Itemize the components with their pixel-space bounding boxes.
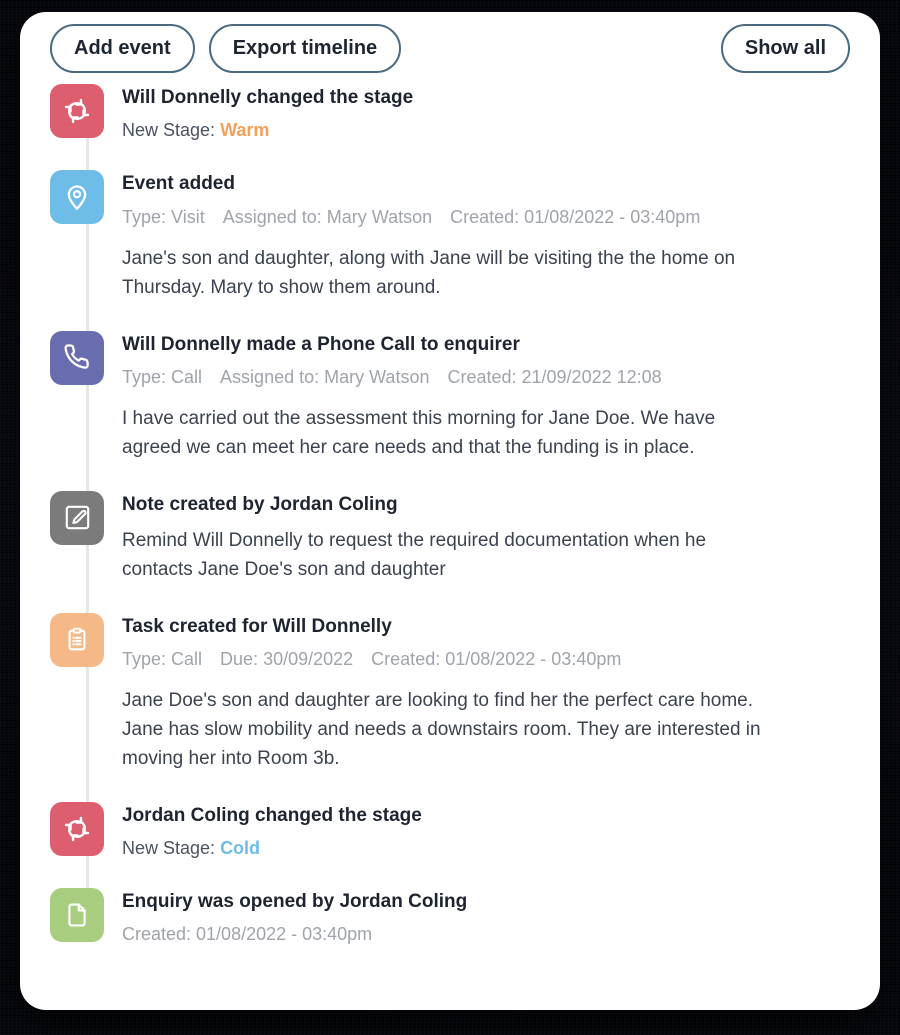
refresh-cycle-icon (50, 801, 104, 856)
timeline-item-title: Note created by Jordan Coling (122, 493, 398, 515)
timeline-item-stage: New Stage: Warm (122, 119, 850, 142)
timeline-item-meta: Created: 01/08/2022 - 03:40pm (122, 923, 850, 946)
timeline-item-description: Jane Doe's son and daughter are looking … (122, 690, 761, 769)
timeline-item-title: Jordan Coling changed the stage (122, 804, 422, 826)
timeline-item-title: Enquiry was opened by Jordan Coling (122, 891, 468, 913)
timeline-list: Will Donnelly changed the stage New Stag… (20, 84, 880, 947)
timeline-item-description: I have carried out the assessment this m… (122, 408, 716, 459)
timeline-item-description: Remind Will Donnelly to request the requ… (122, 529, 707, 580)
meta-created: Created: 01/08/2022 - 03:40pm (450, 206, 701, 227)
meta-type: Type: Call (122, 648, 203, 669)
timeline-item-meta: Type: Call Assigned to: Mary Watson Create… (122, 366, 850, 389)
clipboard-task-icon (50, 612, 104, 667)
export-timeline-button[interactable]: Export timeline (208, 23, 402, 73)
timeline-item-title: Event added (122, 173, 235, 195)
timeline-item-task[interactable]: Task created for Will Donnelly Type: Cal… (50, 612, 850, 774)
stage-label: New Stage: (122, 837, 221, 858)
timeline-item-stage-change-cold[interactable]: Jordan Coling changed the stage New Stag… (50, 801, 850, 860)
phone-icon (50, 330, 104, 385)
timeline-item-meta: Type: Call Due: 30/09/2022 Created: 01/08/… (122, 648, 850, 671)
timeline-item-body: Jordan Coling changed the stage New Stag… (122, 802, 850, 860)
stage-label: New Stage: (122, 120, 221, 141)
timeline-item-body: Note created by Jordan Coling Remind Wil… (122, 491, 850, 585)
location-pin-icon (50, 170, 104, 225)
timeline-item-body: Enquiry was opened by Jordan Coling Crea… (122, 888, 850, 946)
document-icon (50, 888, 104, 943)
timeline-item-phone-call[interactable]: Will Donnelly made a Phone Call to enqui… (50, 330, 850, 463)
timeline-item-note[interactable]: Note created by Jordan Coling Remind Wil… (50, 490, 850, 585)
meta-created: Created: 21/09/2022 12:08 (447, 366, 662, 387)
timeline-item-meta: Type: Visit Assigned to: Mary Watson Creat… (122, 206, 850, 229)
timeline-item-description: Jane's son and daughter, along with Jane… (122, 247, 736, 298)
timeline-toolbar: Add event Export timeline Show all (20, 12, 880, 84)
timeline-item-title: Will Donnelly changed the stage (122, 87, 414, 108)
timeline-item-body: Task created for Will Donnelly Type: Cal… (122, 613, 850, 774)
add-event-button[interactable]: Add event (50, 23, 195, 73)
meta-created: Created: 01/08/2022 - 03:40pm (371, 648, 622, 669)
timeline-item-enquiry-opened[interactable]: Enquiry was opened by Jordan Coling Crea… (50, 888, 850, 946)
timeline-item-stage-change-warm[interactable]: Will Donnelly changed the stage New Stag… (50, 84, 850, 142)
meta-assigned: Assigned to: Mary Watson (220, 366, 430, 387)
stage-badge-warm: Warm (220, 120, 270, 141)
activity-timeline-card: Add event Export timeline Show all Will … (20, 12, 880, 1010)
timeline-item-title: Will Donnelly made a Phone Call to enqui… (122, 333, 520, 355)
timeline-item-title: Task created for Will Donnelly (122, 615, 392, 637)
edit-pencil-icon (50, 490, 104, 545)
stage-badge-cold: Cold (220, 837, 261, 858)
meta-due: Due: 30/09/2022 (220, 648, 354, 669)
timeline-item-event-added[interactable]: Event added Type: Visit Assigned to: Mary… (50, 170, 850, 302)
timeline-item-body: Will Donnelly changed the stage New Stag… (122, 84, 850, 142)
meta-assigned: Assigned to: Mary Watson (222, 206, 433, 227)
timeline-item-body: Will Donnelly made a Phone Call to enqui… (122, 331, 850, 463)
show-all-button[interactable]: Show all (720, 23, 850, 73)
meta-type: Type: Visit (122, 206, 205, 227)
refresh-cycle-icon (50, 84, 104, 138)
timeline-item-stage: New Stage: Cold (122, 837, 850, 860)
meta-created: Created: 01/08/2022 - 03:40pm (122, 924, 373, 945)
meta-type: Type: Call (122, 366, 203, 387)
timeline-item-body: Event added Type: Visit Assigned to: Mary… (122, 170, 850, 302)
